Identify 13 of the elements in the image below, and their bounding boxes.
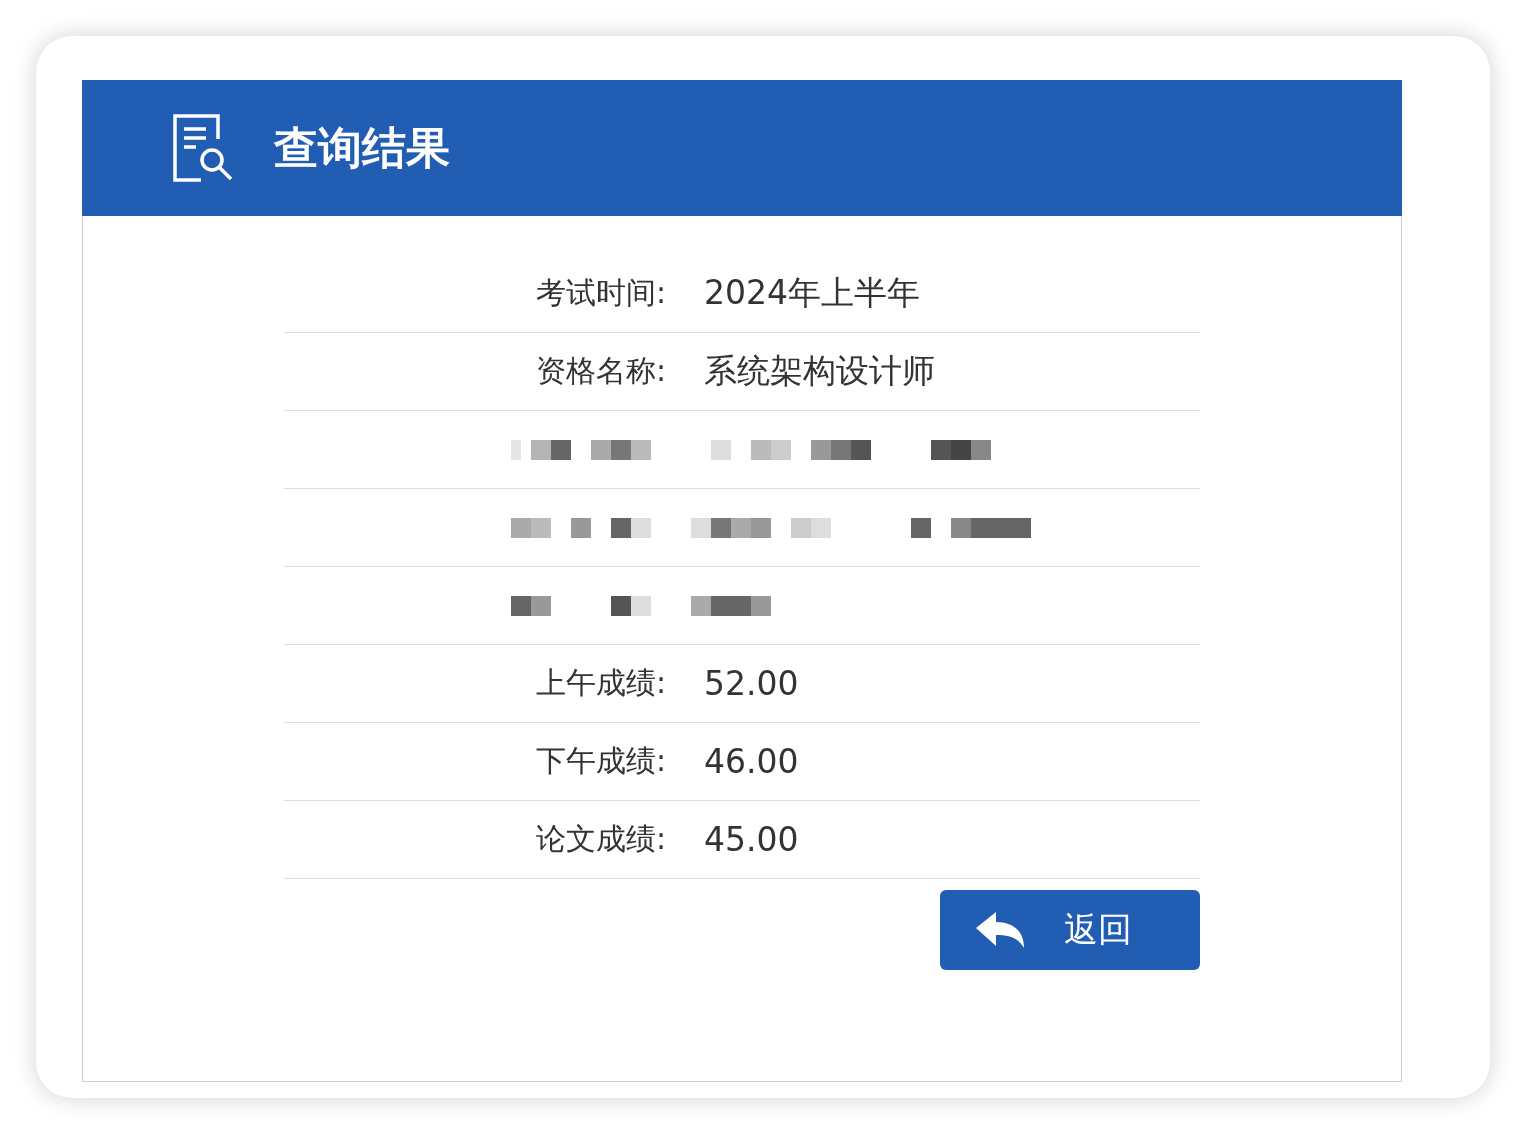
field-value: 46.00 — [704, 742, 799, 781]
field-value: 52.00 — [704, 664, 799, 703]
field-value: 45.00 — [704, 820, 799, 859]
field-label: 考试时间: — [534, 274, 666, 312]
page-title: 查询结果 — [274, 120, 450, 175]
reply-arrow-icon — [976, 912, 1026, 948]
field-label: 上午成绩: — [534, 664, 666, 702]
field-value: 2024年上半年 — [704, 272, 920, 314]
field-label: 资格名称: — [534, 352, 666, 390]
back-button[interactable]: 返回 — [940, 890, 1200, 970]
field-label: 下午成绩: — [534, 742, 666, 780]
field-label: 论文成绩: — [534, 820, 666, 858]
field-value: 系统架构设计师 — [704, 350, 935, 392]
